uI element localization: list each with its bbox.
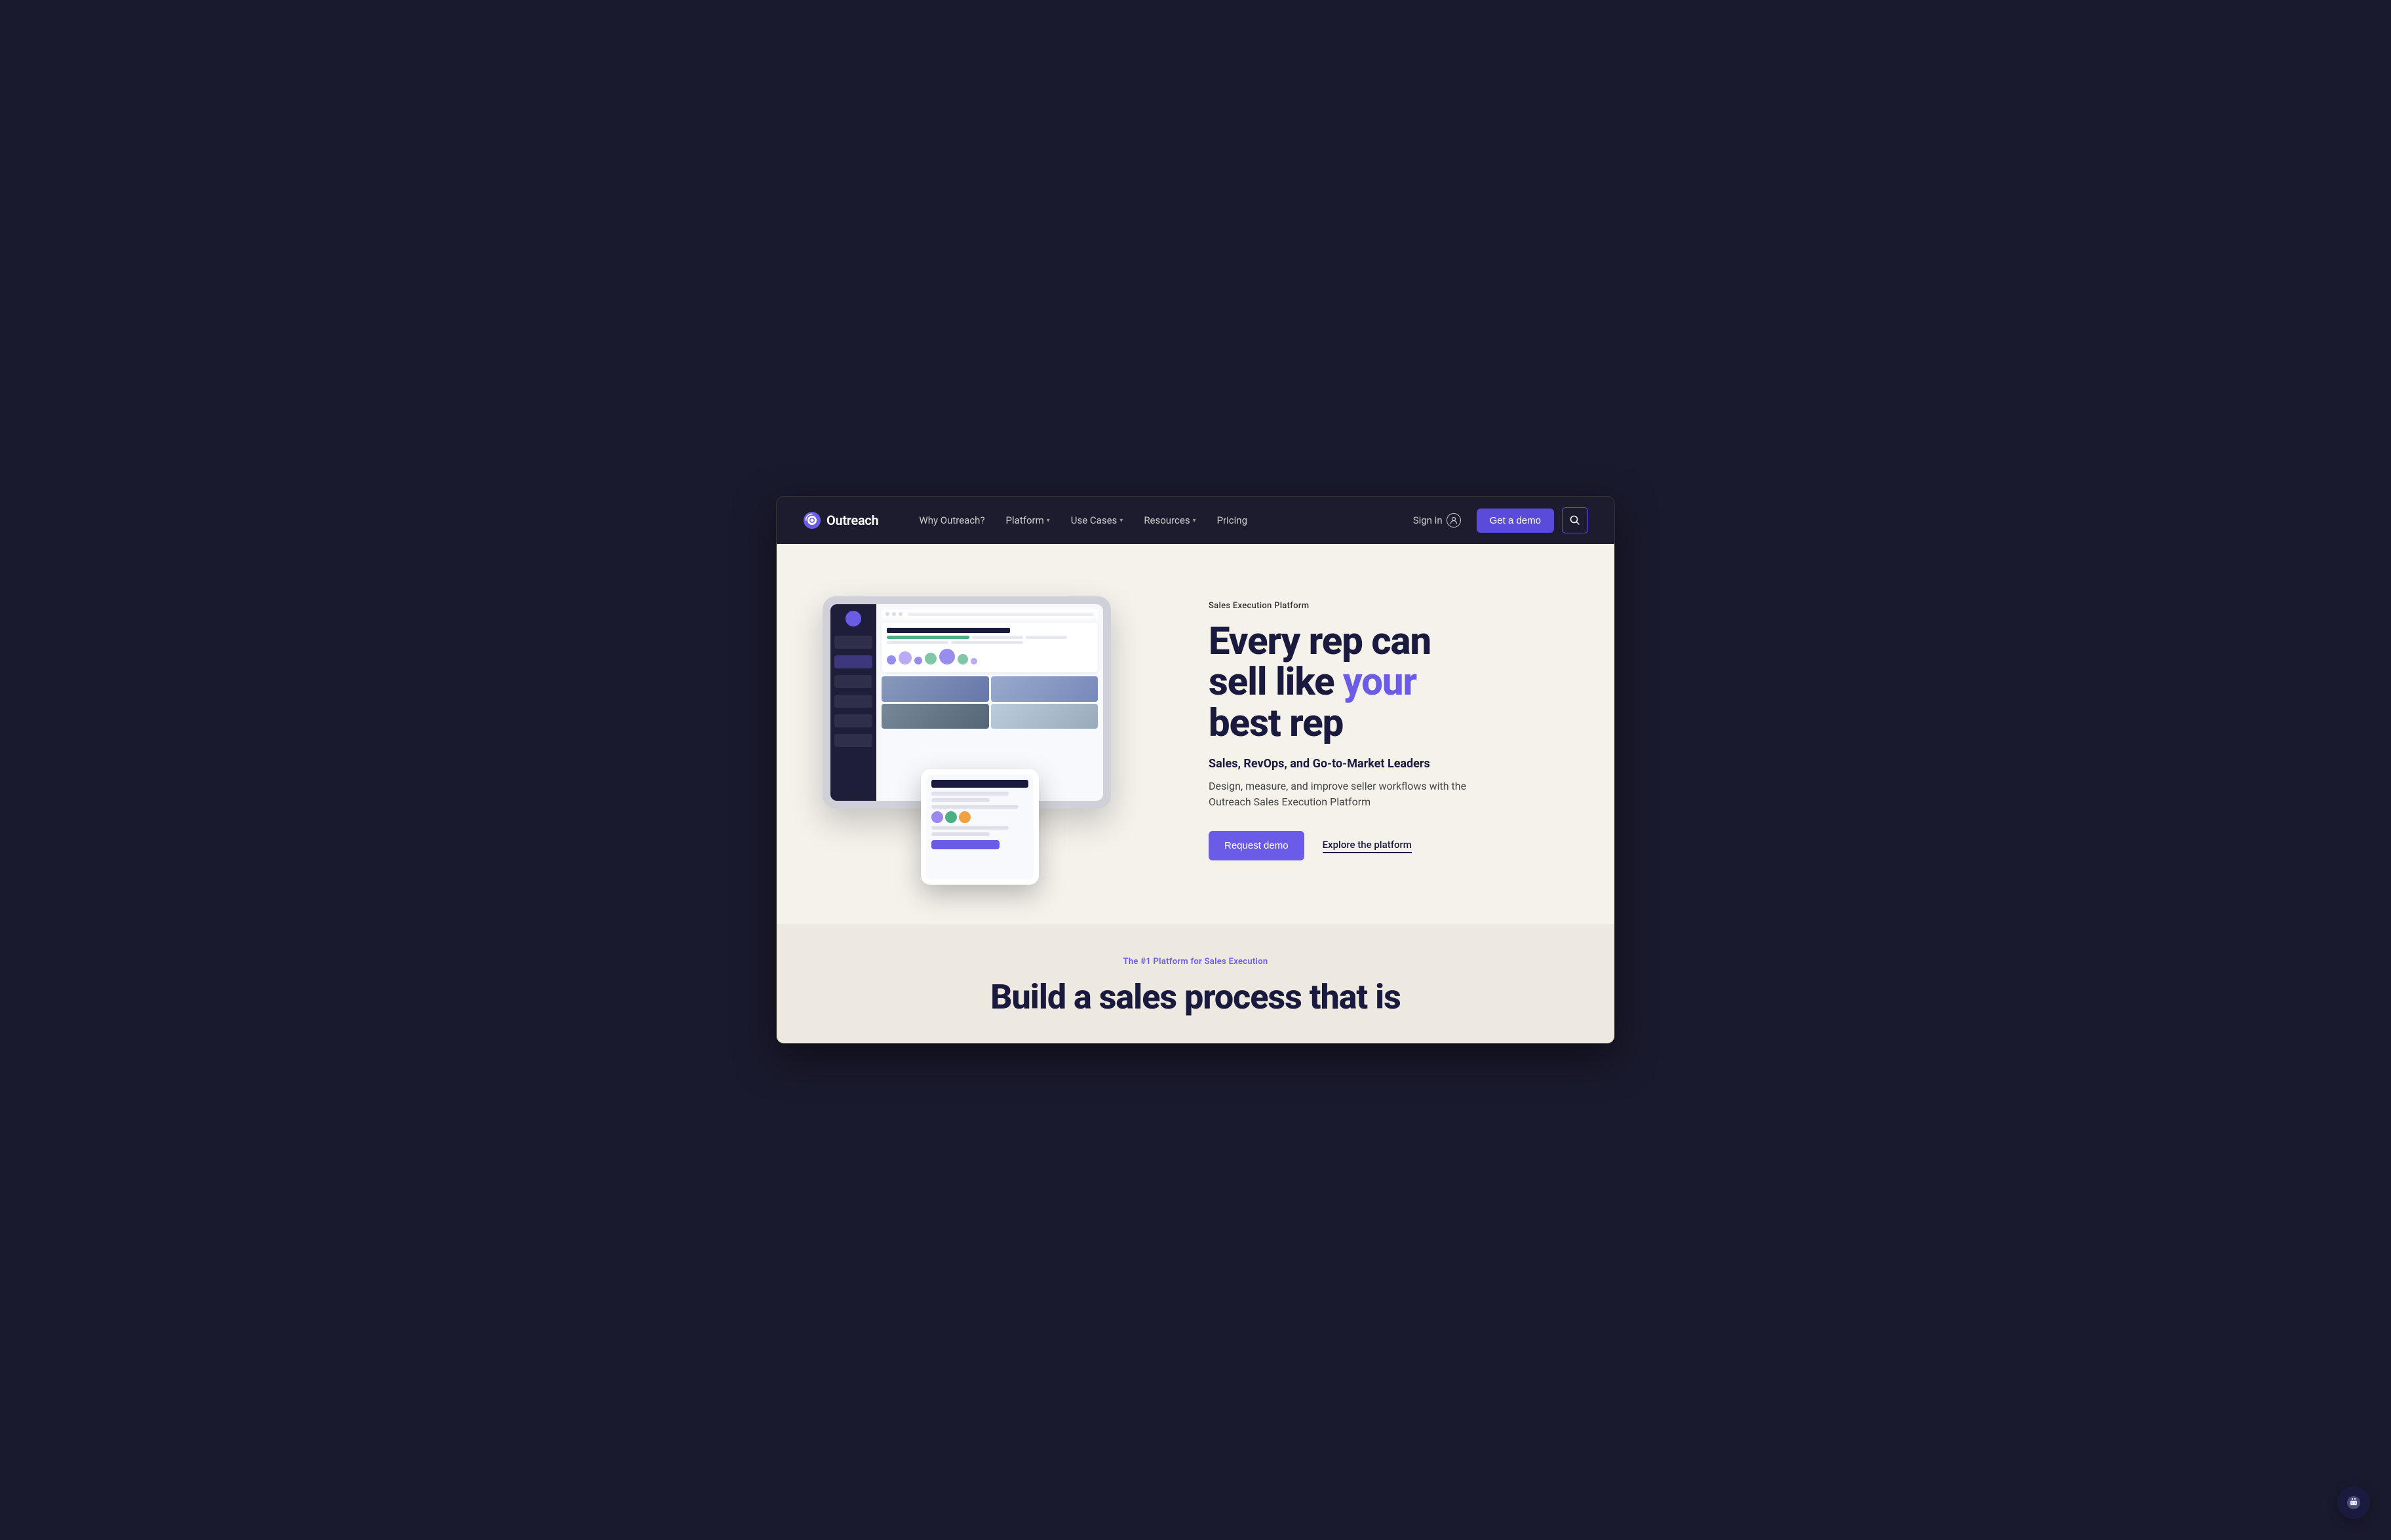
second-headline: Build a sales process that is	[829, 977, 1562, 1017]
use-cases-chevron-icon: ▾	[1119, 517, 1123, 524]
outreach-logo-icon	[803, 511, 821, 529]
platform-chevron-icon: ▾	[1047, 517, 1050, 524]
chat-bot-button[interactable]	[2337, 1486, 2370, 1519]
hero-section: Sales Execution Platform Every rep can s…	[777, 544, 1614, 924]
hero-illustration	[816, 590, 1169, 865]
second-section: The #1 Platform for Sales Execution Buil…	[777, 924, 1614, 1043]
nav-pricing[interactable]: Pricing	[1208, 509, 1256, 531]
search-button[interactable]	[1562, 507, 1588, 533]
browser-window: Outreach Why Outreach? Platform ▾ Use Ca…	[776, 496, 1615, 1044]
logo[interactable]: Outreach	[803, 511, 878, 529]
phone-mockup	[921, 769, 1039, 885]
hero-copy: Sales Execution Platform Every rep can s…	[1169, 594, 1562, 861]
hero-eyebrow: Sales Execution Platform	[1209, 601, 1562, 611]
search-icon	[1569, 514, 1581, 526]
logo-text: Outreach	[826, 512, 878, 528]
nav-why-outreach[interactable]: Why Outreach?	[910, 509, 994, 531]
hero-subtitle-bold: Sales, RevOps, and Go-to-Market Leaders	[1209, 757, 1562, 771]
hero-subtitle-text: Design, measure, and improve seller work…	[1209, 779, 1484, 810]
nav-platform[interactable]: Platform ▾	[997, 509, 1059, 531]
chat-bot-icon	[2346, 1495, 2362, 1511]
resources-chevron-icon: ▾	[1193, 517, 1196, 524]
get-demo-button[interactable]: Get a demo	[1477, 509, 1554, 533]
second-eyebrow: The #1 Platform for Sales Execution	[829, 957, 1562, 967]
hero-cta-row: Request demo Explore the platform	[1209, 831, 1562, 860]
explore-platform-link[interactable]: Explore the platform	[1323, 839, 1412, 853]
navbar: Outreach Why Outreach? Platform ▾ Use Ca…	[777, 497, 1614, 544]
nav-use-cases[interactable]: Use Cases ▾	[1062, 509, 1133, 531]
user-icon	[1447, 513, 1461, 528]
nav-resources[interactable]: Resources ▾	[1135, 509, 1205, 531]
nav-actions: Sign in Get a demo	[1405, 507, 1588, 533]
request-demo-button[interactable]: Request demo	[1209, 831, 1304, 860]
sign-in-button[interactable]: Sign in	[1405, 508, 1469, 533]
nav-links: Why Outreach? Platform ▾ Use Cases ▾ Res…	[910, 509, 1405, 531]
hero-headline: Every rep can sell like your best rep	[1209, 621, 1562, 744]
